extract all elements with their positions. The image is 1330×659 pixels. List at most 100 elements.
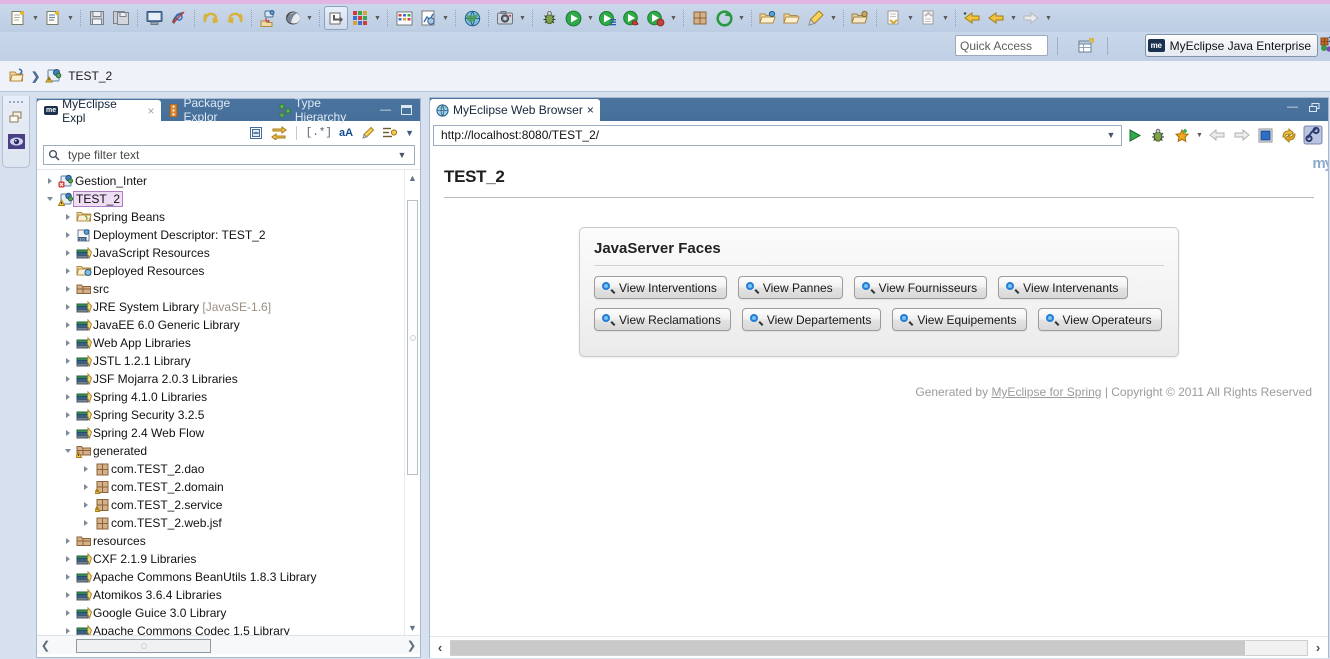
tree-item[interactable]: JSF Mojarra 2.0.3 Libraries — [37, 370, 420, 388]
save-button[interactable] — [85, 6, 109, 30]
button-view-equipements[interactable]: View Equipements — [892, 308, 1027, 331]
close-icon[interactable]: × — [147, 104, 154, 118]
twisty-collapsed-icon[interactable] — [79, 466, 93, 472]
perspective-myeclipse-java-enterprise[interactable]: me MyEclipse Java Enterprise — [1144, 34, 1318, 57]
package-new-button[interactable] — [688, 6, 712, 30]
twisty-collapsed-icon[interactable] — [61, 286, 75, 292]
tree-item[interactable]: Spring Beans — [37, 208, 420, 226]
twisty-collapsed-icon[interactable] — [61, 340, 75, 346]
twisty-collapsed-icon[interactable] — [61, 376, 75, 382]
highlight-icon[interactable] — [360, 126, 375, 140]
twisty-collapsed-icon[interactable] — [61, 268, 75, 274]
twisty-collapsed-icon[interactable] — [61, 628, 75, 634]
twisty-collapsed-icon[interactable] — [61, 358, 75, 364]
twisty-collapsed-icon[interactable] — [79, 484, 93, 490]
link-with-editor-icon[interactable] — [270, 126, 287, 140]
chevron-down-icon[interactable]: ▼ — [1103, 130, 1119, 140]
tree-item[interactable]: Spring 4.1.0 Libraries — [37, 388, 420, 406]
web-button[interactable] — [460, 6, 484, 30]
twisty-collapsed-icon[interactable] — [61, 214, 75, 220]
quick-access-field[interactable]: Quick Access — [955, 35, 1048, 56]
restore-button[interactable] — [1309, 102, 1320, 113]
toolbar-dropdown-arrow[interactable]: ▼ — [736, 6, 747, 30]
twisty-collapsed-icon[interactable] — [79, 520, 93, 526]
back-button[interactable] — [1205, 124, 1229, 147]
chevron-down-icon[interactable]: ▼ — [394, 150, 410, 160]
toolbar-dropdown-arrow[interactable]: ▼ — [65, 6, 76, 30]
profile-button[interactable] — [620, 6, 644, 30]
table-button[interactable] — [392, 6, 416, 30]
run-db-button[interactable] — [324, 6, 348, 30]
forward-button[interactable] — [1229, 124, 1253, 147]
tree-item[interactable]: TEST_2 — [37, 190, 420, 208]
browser-hscroll-track[interactable] — [450, 639, 1308, 656]
url-box[interactable]: ▼ — [433, 124, 1122, 146]
twisty-collapsed-icon[interactable] — [61, 538, 75, 544]
collapse-all-icon[interactable] — [249, 126, 264, 140]
server-button[interactable] — [280, 6, 304, 30]
twisty-collapsed-icon[interactable] — [43, 178, 57, 184]
twisty-collapsed-icon[interactable] — [61, 232, 75, 238]
tree-horizontal-scrollbar[interactable]: ❮ ❯ — [37, 635, 420, 654]
tree-item[interactable]: 3.0 Deployment Descriptor: TEST_2 — [37, 226, 420, 244]
restore-view-icon[interactable] — [3, 105, 29, 129]
tree-item[interactable]: Gestion_Inter — [37, 172, 420, 190]
filter-pattern-icon[interactable]: [.*] — [306, 127, 332, 139]
twisty-expanded-icon[interactable] — [61, 449, 75, 453]
tree-vertical-scrollbar[interactable]: ▲ ▼ — [404, 170, 420, 635]
tree-item[interactable]: com.TEST_2.domain — [37, 478, 420, 496]
myeclipse-explorer-icon[interactable] — [3, 129, 29, 153]
sort-icon[interactable] — [382, 126, 398, 140]
button-view-intervenants[interactable]: View Intervenants — [998, 276, 1129, 299]
tree-item[interactable]: com.TEST_2.dao — [37, 460, 420, 478]
tree-item[interactable]: Spring Security 3.2.5 — [37, 406, 420, 424]
twisty-collapsed-icon[interactable] — [61, 574, 75, 580]
twisty-collapsed-icon[interactable] — [61, 610, 75, 616]
open-resource-button[interactable] — [780, 6, 804, 30]
report-button[interactable] — [416, 6, 440, 30]
twisty-collapsed-icon[interactable] — [61, 412, 75, 418]
tree-item[interactable]: Spring 2.4 Web Flow — [37, 424, 420, 442]
button-view-fournisseurs[interactable]: View Fournisseurs — [853, 276, 988, 299]
twisty-collapsed-icon[interactable] — [61, 322, 75, 328]
previous-annotation-button[interactable] — [916, 6, 940, 30]
tab-package-explor[interactable]: Package Explor — [161, 96, 271, 124]
run-config-button[interactable] — [596, 6, 620, 30]
toolbar-dropdown-arrow[interactable]: ▼ — [905, 6, 916, 30]
console-button[interactable] — [142, 6, 166, 30]
tree-item[interactable]: Deployed Resources — [37, 262, 420, 280]
deploy-button[interactable] — [256, 6, 280, 30]
button-view-reclamations[interactable]: View Reclamations — [594, 308, 731, 331]
hscroll-thumb[interactable] — [76, 638, 211, 653]
tree-item[interactable]: Apache Commons BeanUtils 1.8.3 Library — [37, 568, 420, 586]
new-wizard-button[interactable] — [41, 6, 65, 30]
toolbar-dropdown-arrow[interactable]: ▼ — [828, 6, 839, 30]
coverage-button[interactable] — [644, 6, 668, 30]
search-pen-button[interactable] — [804, 6, 828, 30]
open-perspective-button[interactable] — [1074, 35, 1098, 57]
tree-item[interactable]: JavaScript Resources — [37, 244, 420, 262]
forward-button[interactable] — [1019, 6, 1043, 30]
filter-input[interactable] — [66, 147, 388, 163]
redo-button[interactable] — [223, 6, 247, 30]
refresh-green-button[interactable] — [712, 6, 736, 30]
run-button[interactable] — [1122, 124, 1146, 147]
snapshot-button[interactable] — [493, 6, 517, 30]
twisty-collapsed-icon[interactable] — [61, 556, 75, 562]
tab-myeclipse-web-browser[interactable]: MyEclipse Web Browser × — [430, 99, 600, 121]
perspective-overflow[interactable]: J — [1319, 36, 1330, 53]
open-type-button[interactable] — [756, 6, 780, 30]
tree-item[interactable]: resources — [37, 532, 420, 550]
button-view-pannes[interactable]: View Pannes — [737, 276, 843, 299]
run-button[interactable] — [561, 6, 585, 30]
twisty-collapsed-icon[interactable] — [61, 304, 75, 310]
filter-box[interactable]: ▼ — [43, 145, 415, 165]
tab-type-hierarchy[interactable]: Type Hierarchy — [272, 96, 380, 124]
toolbar-dropdown-arrow[interactable]: ▼ — [440, 6, 451, 30]
disconnect-button[interactable] — [166, 6, 190, 30]
case-sensitive-icon[interactable]: aA — [339, 127, 353, 139]
debug-button[interactable] — [537, 6, 561, 30]
tree-item[interactable]: src — [37, 280, 420, 298]
open-external-browser-button[interactable] — [1301, 124, 1325, 147]
button-view-interventions[interactable]: View Interventions — [594, 276, 727, 299]
